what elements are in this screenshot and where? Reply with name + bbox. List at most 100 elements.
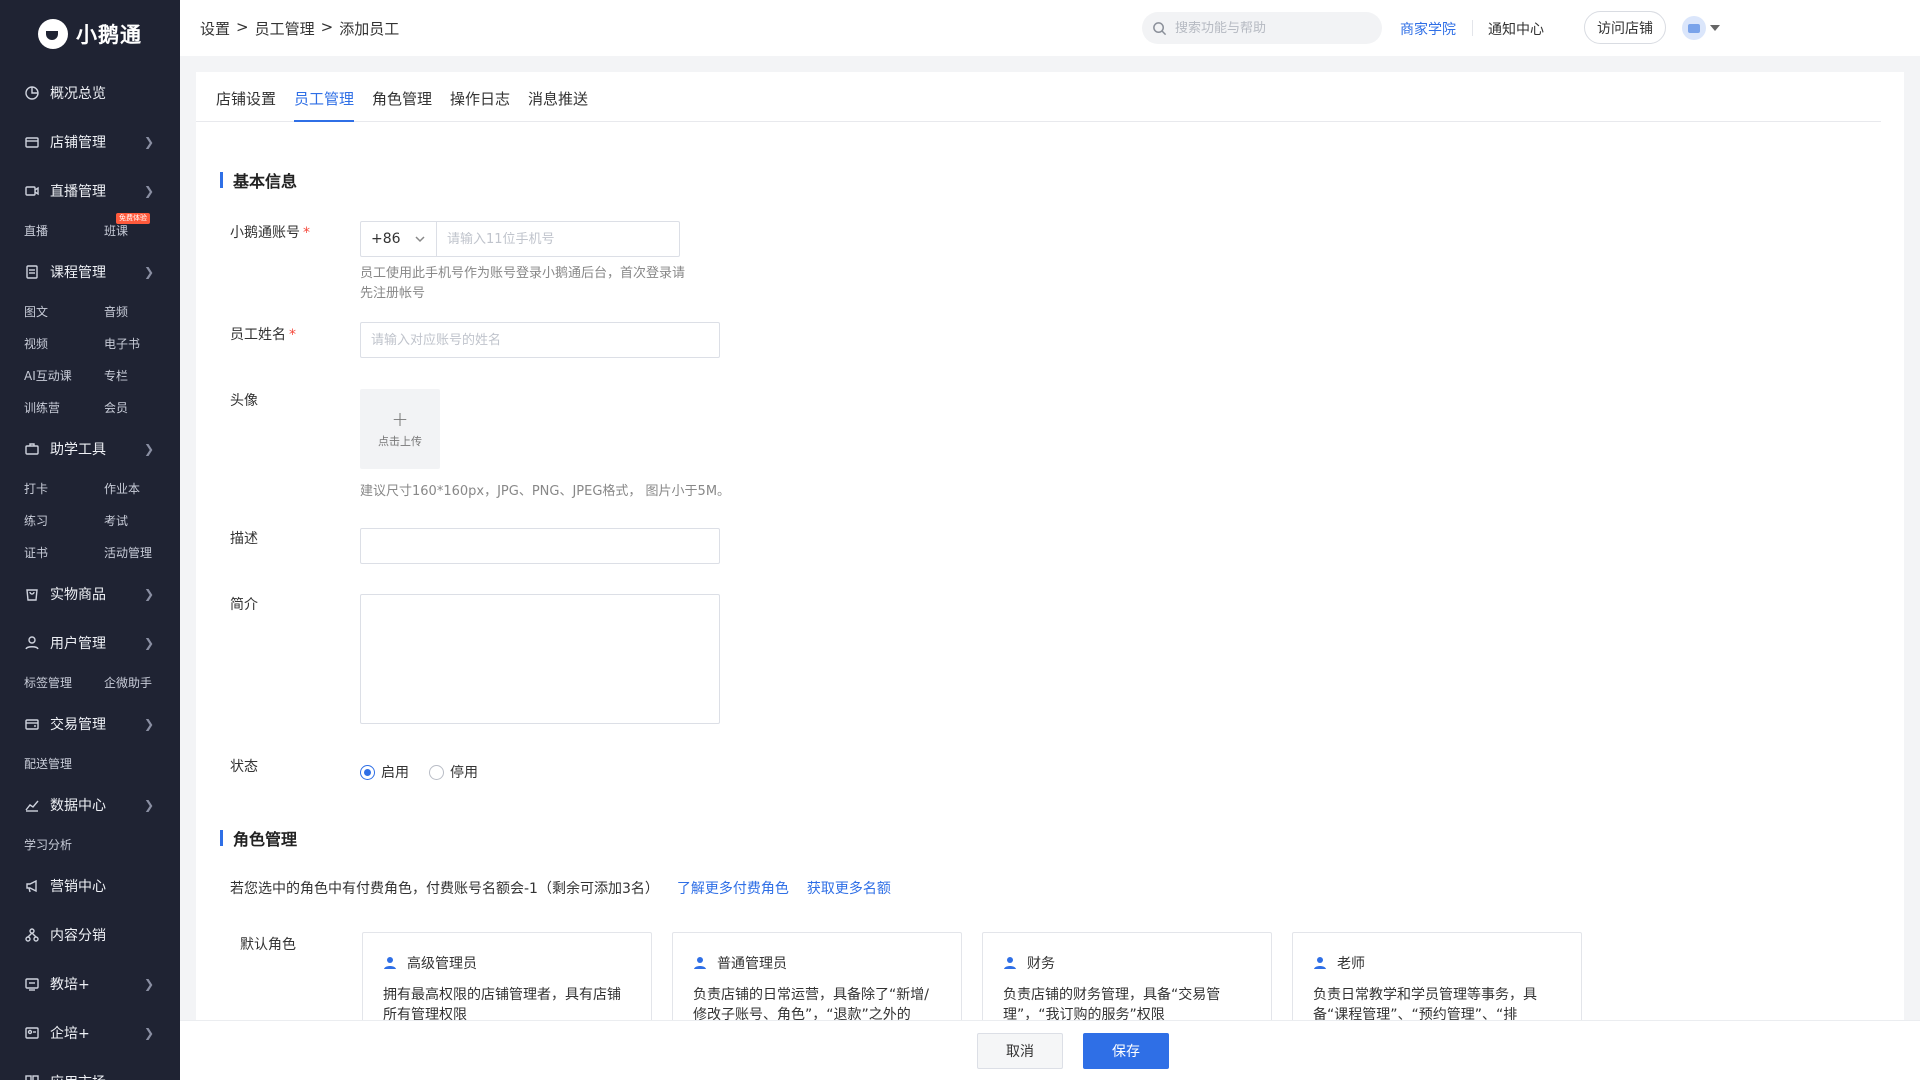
course-icon: [24, 264, 40, 280]
sidebar-subitem[interactable]: 证书: [24, 537, 104, 569]
chevron-right-icon: ❯: [143, 134, 154, 149]
chevron-right-icon: ❯: [143, 976, 154, 991]
description-input[interactable]: [360, 528, 720, 564]
sidebar-item-12[interactable]: 企培+ ❯: [0, 1008, 180, 1057]
sidebar-item-label: 用户管理: [50, 635, 106, 652]
cancel-button[interactable]: 取消: [977, 1033, 1063, 1069]
sidebar-subitems: 图文 音频 视频 电子书 AI互动课 专栏 训练营 会员: [0, 296, 180, 424]
required-mark: *: [303, 225, 310, 241]
sidebar-subitem[interactable]: 标签管理: [24, 667, 104, 699]
search-input[interactable]: [1175, 20, 1365, 36]
save-button[interactable]: 保存: [1083, 1033, 1169, 1069]
search-icon: [1153, 21, 1167, 35]
user-icon: [384, 957, 396, 969]
sidebar-subitems: 学习分析: [0, 829, 180, 861]
sidebar-item-label: 店铺管理: [50, 134, 106, 151]
status-enabled-radio[interactable]: 启用: [360, 762, 409, 782]
required-mark: *: [289, 327, 296, 343]
sidebar-subitem[interactable]: 企微助手: [104, 667, 180, 699]
sidebar-subitems: 标签管理 企微助手: [0, 667, 180, 699]
role-description: 负责店铺的财务管理，具备“交易管理”，“我订购的服务”权限: [1003, 987, 1221, 1023]
user-icon: [24, 635, 40, 651]
sidebar: 小鹅通 概况总览店铺管理 ❯ 直播管理 ❯ 直播 班课 免费体验 课程管理 ❯ 图文 音频 视频 电子书…: [0, 0, 180, 1080]
breadcrumb-settings[interactable]: 设置: [200, 18, 230, 39]
sidebar-subitem[interactable]: 会员: [104, 392, 180, 424]
role-card-header: 老师: [1313, 953, 1561, 973]
sidebar-subitem[interactable]: 练习: [24, 505, 104, 537]
sidebar-item-label: 营销中心: [50, 878, 106, 895]
country-code-select[interactable]: +86: [361, 222, 437, 256]
chevron-right-icon: ❯: [143, 1025, 154, 1040]
status-label: 状态: [230, 759, 258, 775]
sidebar-item-label: 概况总览: [50, 85, 106, 102]
sidebar-item-6[interactable]: 用户管理 ❯: [0, 618, 180, 667]
employee-name-input[interactable]: [360, 322, 720, 358]
account-menu[interactable]: [1682, 16, 1720, 40]
sidebar-subitem[interactable]: 打卡: [24, 473, 104, 505]
role-name: 财务: [1027, 956, 1055, 972]
sidebar-subitem[interactable]: AI互动课: [24, 360, 104, 392]
sidebar-subitem[interactable]: 作业本: [104, 473, 180, 505]
breadcrumb-staff[interactable]: 员工管理: [255, 18, 315, 39]
learn-paid-roles-link[interactable]: 了解更多付费角色: [677, 878, 789, 898]
role-card-header: 高级管理员: [383, 953, 631, 973]
chevron-right-icon: ❯: [143, 264, 154, 279]
sidebar-subitem[interactable]: 学习分析: [24, 829, 104, 861]
sidebar-item-13[interactable]: 应用市场: [0, 1057, 180, 1080]
sidebar-subitem-label: 练习: [24, 514, 49, 528]
sidebar-subitem[interactable]: 图文: [24, 296, 104, 328]
section-marker: [220, 172, 223, 188]
sidebar-subitem[interactable]: 训练营: [24, 392, 104, 424]
sidebar-subitem[interactable]: 活动管理: [104, 537, 180, 569]
sidebar-subitem[interactable]: 专栏: [104, 360, 180, 392]
sidebar-item-9[interactable]: 营销中心: [0, 861, 180, 910]
sidebar-subitem[interactable]: 音频: [104, 296, 180, 328]
chevron-down-icon: [415, 236, 425, 243]
tab-0[interactable]: 店铺设置: [216, 88, 276, 122]
sidebar-item-4[interactable]: 助学工具 ❯: [0, 424, 180, 473]
section-title: 基本信息: [233, 172, 298, 191]
description-label: 描述: [230, 531, 258, 547]
avatar-upload[interactable]: + 点击上传: [360, 389, 440, 469]
top-search[interactable]: [1142, 12, 1382, 44]
sidebar-subitem-label: 活动管理: [104, 546, 153, 560]
sidebar-item-10[interactable]: 内容分销: [0, 910, 180, 959]
app-logo[interactable]: 小鹅通: [0, 0, 180, 68]
sidebar-subitem-label: 考试: [104, 514, 129, 528]
sidebar-subitem[interactable]: 电子书: [104, 328, 180, 360]
sidebar-item-7[interactable]: 交易管理 ❯: [0, 699, 180, 748]
tab-2[interactable]: 角色管理: [372, 88, 432, 122]
sidebar-item-2[interactable]: 直播管理 ❯: [0, 166, 180, 215]
sidebar-item-11[interactable]: 教培+ ❯: [0, 959, 180, 1008]
notification-center-link[interactable]: 通知中心: [1488, 19, 1544, 39]
status-disabled-radio[interactable]: 停用: [429, 762, 478, 782]
tab-3[interactable]: 操作日志: [450, 88, 510, 122]
sidebar-item-8[interactable]: 数据中心 ❯: [0, 780, 180, 829]
sidebar-subitem[interactable]: 班课 免费体验: [104, 213, 180, 247]
sidebar-item-5[interactable]: 实物商品 ❯: [0, 569, 180, 618]
role-description: 负责日常教学和学员管理等事务，具备“课程管理”、“预约管理”、“排: [1313, 987, 1537, 1023]
phone-input[interactable]: [437, 231, 673, 247]
section-roles: 角色管理: [220, 826, 297, 850]
tab-4[interactable]: 消息推送: [528, 88, 588, 122]
sidebar-subitem-label: 作业本: [104, 482, 141, 496]
sidebar-subitem[interactable]: 配送管理: [24, 748, 104, 780]
sidebar-item-3[interactable]: 课程管理 ❯: [0, 247, 180, 296]
phone-field: +86: [360, 221, 680, 257]
sidebar-subitem[interactable]: 直播: [24, 215, 104, 247]
sidebar-subitems: 直播 班课 免费体验: [0, 213, 180, 247]
sidebar-subitem[interactable]: 考试: [104, 505, 180, 537]
sidebar-subitem-label: 班课: [104, 224, 129, 238]
sidebar-item-1[interactable]: 店铺管理 ❯: [0, 117, 180, 166]
merchant-academy-link[interactable]: 商家学院: [1400, 19, 1456, 39]
role-name: 老师: [1337, 956, 1365, 972]
visit-store-button[interactable]: 访问店铺: [1584, 11, 1666, 44]
sidebar-subitem-label: AI互动课: [24, 369, 72, 383]
phone-hint: 员工使用此手机号作为账号登录小鹅通后台，首次登录请先注册帐号: [360, 266, 686, 301]
upload-text: 点击上传: [378, 435, 422, 448]
get-more-quota-link[interactable]: 获取更多名额: [807, 878, 891, 898]
sidebar-subitem[interactable]: 视频: [24, 328, 104, 360]
intro-textarea[interactable]: [360, 594, 720, 724]
sidebar-item-0[interactable]: 概况总览: [0, 68, 180, 117]
tab-1[interactable]: 员工管理: [294, 88, 355, 122]
